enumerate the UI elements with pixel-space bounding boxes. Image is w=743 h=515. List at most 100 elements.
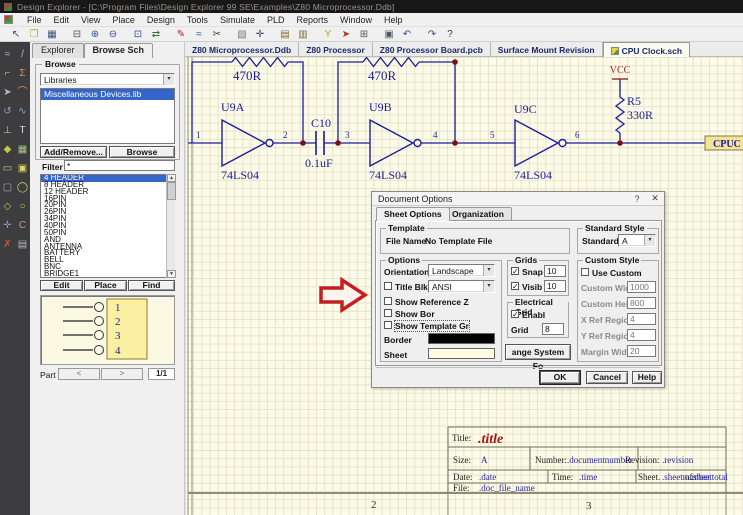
resistor-value[interactable]: 470R [233, 68, 262, 83]
menu-item[interactable]: View [75, 13, 106, 27]
vcc-power-port[interactable]: VCC [610, 65, 631, 79]
cap-ref[interactable]: C10 [311, 116, 331, 130]
menu-item[interactable]: PLD [261, 13, 291, 27]
array-tool-icon[interactable]: ▤ [18, 238, 27, 252]
add-remove-button[interactable]: Add/Remove... [40, 146, 107, 158]
move-icon[interactable]: ✛ [252, 28, 268, 41]
pie-tool-icon[interactable]: C [19, 219, 26, 233]
cpuclk-port[interactable]: CPUC [705, 136, 743, 150]
snap-grid-checkbox[interactable]: ✓ [511, 267, 519, 275]
border-color-swatch[interactable] [428, 333, 495, 344]
sheet-symbol-icon[interactable]: ▣ [381, 28, 397, 41]
power-port-tool-icon[interactable]: ⊥ [3, 124, 12, 138]
net-label-tool-icon[interactable]: ↺ [3, 105, 11, 119]
find-button[interactable]: Find [128, 280, 175, 291]
arc-tool-icon[interactable]: ⌒ [18, 86, 28, 100]
margin-width-field[interactable]: 20 [627, 345, 656, 357]
scroll-up-icon[interactable]: ▲ [167, 174, 176, 182]
document-tab[interactable]: Z80 Microprocessor.Ddb [185, 42, 299, 57]
chevron-down-icon[interactable]: ▾ [483, 281, 494, 292]
text-tool-icon[interactable]: T [19, 124, 25, 138]
chevron-down-icon[interactable]: ▾ [483, 265, 494, 276]
orientation-dropdown[interactable]: Landscape ▾ [428, 264, 495, 277]
component-list-item[interactable]: BRIDGE1 [41, 271, 174, 278]
zoom-out-icon[interactable]: ⊖ [105, 28, 121, 41]
cross-probe-icon[interactable]: ⇄ [148, 28, 164, 41]
selection-rect-icon[interactable]: ▧ [234, 28, 250, 41]
panel-tab[interactable]: Browse Sch [84, 43, 154, 58]
filter-input[interactable] [64, 160, 175, 171]
redo-icon[interactable]: ↷ [424, 28, 440, 41]
electrical-grid-enable-checkbox[interactable]: ✓ [511, 310, 519, 318]
undo-icon[interactable]: ↶ [399, 28, 415, 41]
wire-tool-icon[interactable]: ≈ [5, 48, 11, 62]
chevron-down-icon[interactable]: ▾ [644, 235, 655, 246]
y-ref-region-field[interactable]: 4 [627, 329, 656, 341]
custom-width-field[interactable]: 1000 [627, 281, 656, 293]
probe-icon[interactable]: Y [320, 28, 336, 41]
filled-rect-tool-icon[interactable]: ▣ [18, 162, 27, 176]
tab-sheet-options[interactable]: Sheet Options [376, 207, 450, 221]
polygon-tool-icon[interactable]: ◇ [4, 200, 12, 214]
menu-item[interactable]: Edit [48, 13, 76, 27]
bus-tool-icon[interactable]: ⌐ [5, 67, 11, 81]
edit-button[interactable]: Edit [40, 280, 83, 291]
library-list[interactable]: Miscellaneous Devices.lib [40, 88, 175, 144]
x-ref-region-field[interactable]: 4 [627, 313, 656, 325]
place-button[interactable]: Place [84, 280, 127, 291]
part-browser-icon[interactable]: ⊞ [356, 28, 372, 41]
dialog-help-icon[interactable]: ? [628, 194, 646, 204]
library-icon[interactable]: ▤ [277, 28, 293, 41]
change-system-font-button[interactable]: ange System Fo [505, 344, 571, 360]
part-next-button[interactable]: > [101, 368, 143, 380]
zoom-in-icon[interactable]: ⊕ [87, 28, 103, 41]
use-custom-checkbox[interactable] [581, 268, 589, 276]
electrical-grid-field[interactable]: 8 [542, 323, 564, 335]
gate-ref[interactable]: U9C [514, 102, 537, 116]
sigma-tool-icon[interactable]: Σ [19, 67, 25, 81]
sheet-color-swatch[interactable] [428, 348, 495, 359]
circle-tool-icon[interactable]: ○ [19, 200, 25, 214]
gate-part[interactable]: 74LS04 [369, 168, 407, 182]
wiring-tools-icon[interactable]: ≈ [191, 28, 207, 41]
zoom-window-icon[interactable]: ⊡ [130, 28, 146, 41]
menu-item[interactable]: Simulate [214, 13, 261, 27]
menu-item[interactable]: Help [378, 13, 409, 27]
help-button[interactable]: Help [632, 371, 662, 384]
component-list-scrollbar[interactable]: ▲ ▼ [166, 174, 175, 278]
menu-item[interactable]: Tools [181, 13, 214, 27]
line-tool-icon[interactable]: / [21, 48, 24, 62]
chevron-down-icon[interactable]: ▾ [163, 74, 174, 85]
cancel-button[interactable]: Cancel [586, 371, 628, 384]
annotate-icon[interactable]: ✎ [173, 28, 189, 41]
menu-item[interactable]: File [21, 13, 48, 27]
title-block-checkbox[interactable] [384, 282, 392, 290]
document-tab[interactable]: Z80 Processor [299, 42, 373, 57]
run-icon[interactable]: ➤ [338, 28, 354, 41]
gate-part[interactable]: 74LS04 [221, 168, 259, 182]
library-browse-button[interactable]: Browse [109, 146, 175, 158]
component-list[interactable]: 4 HEADER8 HEADER12 HEADER16PIN20PIN26PIN… [40, 174, 175, 278]
delete-tool-icon[interactable]: ✗ [3, 238, 11, 252]
ok-button[interactable]: OK [540, 371, 580, 384]
menu-item[interactable]: Window [334, 13, 378, 27]
print-icon[interactable]: ⊟ [69, 28, 85, 41]
document-tab[interactable]: Z80 Processor Board.pcb [373, 42, 491, 57]
menu-item[interactable]: Design [141, 13, 181, 27]
open-book-icon[interactable]: ▥ [295, 28, 311, 41]
close-icon[interactable]: ✕ [646, 193, 664, 204]
select-tool-icon[interactable]: ↖ [8, 28, 24, 41]
cap-value[interactable]: 0.1uF [305, 156, 333, 170]
visible-grid-field[interactable]: 10 [544, 280, 566, 292]
menu-item[interactable]: Reports [290, 13, 334, 27]
sine-tool-icon[interactable]: ∿ [18, 105, 26, 119]
dialog-titlebar[interactable]: Document Options ? ✕ [372, 192, 664, 206]
ellipse-tool-icon[interactable]: ◯ [17, 181, 28, 195]
scrollbar-thumb[interactable] [167, 182, 176, 200]
cross-tool-icon[interactable]: ✛ [3, 219, 11, 233]
browse-mode-dropdown[interactable]: Libraries ▾ [40, 73, 175, 86]
document-tab[interactable]: Surface Mount Revision [491, 42, 603, 57]
document-tab[interactable]: CPU Clock.sch [603, 42, 690, 57]
show-border-checkbox[interactable] [384, 309, 392, 317]
show-template-checkbox[interactable] [384, 321, 392, 329]
